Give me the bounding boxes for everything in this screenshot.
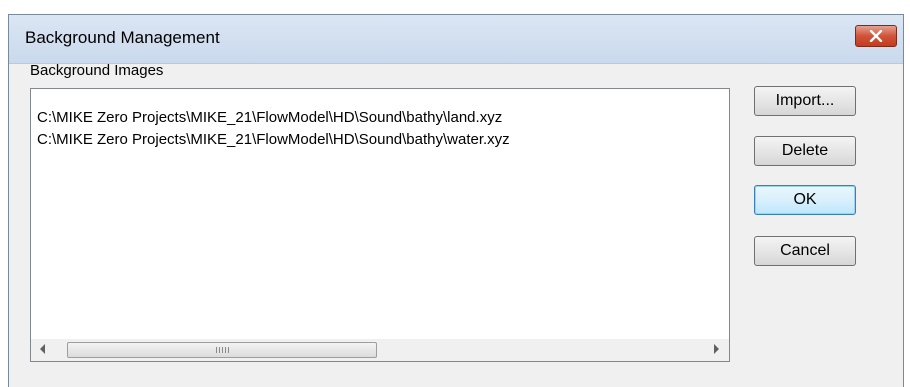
background-images-listbox[interactable]: C:\MIKE Zero Projects\MIKE_21\FlowModel\…: [30, 88, 730, 362]
scrollbar-thumb[interactable]: [67, 342, 377, 358]
background-images-label: Background Images: [30, 62, 164, 79]
ok-button[interactable]: OK: [754, 185, 856, 215]
window-title: Background Management: [25, 28, 220, 47]
cancel-button[interactable]: Cancel: [754, 236, 856, 266]
list-item[interactable]: C:\MIKE Zero Projects\MIKE_21\FlowModel\…: [37, 131, 510, 148]
close-button[interactable]: [855, 25, 897, 47]
scroll-right-arrow-icon[interactable]: [714, 344, 719, 354]
scroll-left-arrow-icon[interactable]: [40, 344, 45, 354]
title-bar[interactable]: Background Management: [9, 15, 903, 64]
list-item[interactable]: C:\MIKE Zero Projects\MIKE_21\FlowModel\…: [37, 109, 502, 126]
close-x-icon: [869, 30, 883, 42]
delete-button[interactable]: Delete: [754, 136, 856, 166]
horizontal-scrollbar[interactable]: [31, 339, 729, 361]
grip-icon: [216, 347, 230, 353]
import-button[interactable]: Import...: [754, 86, 856, 116]
